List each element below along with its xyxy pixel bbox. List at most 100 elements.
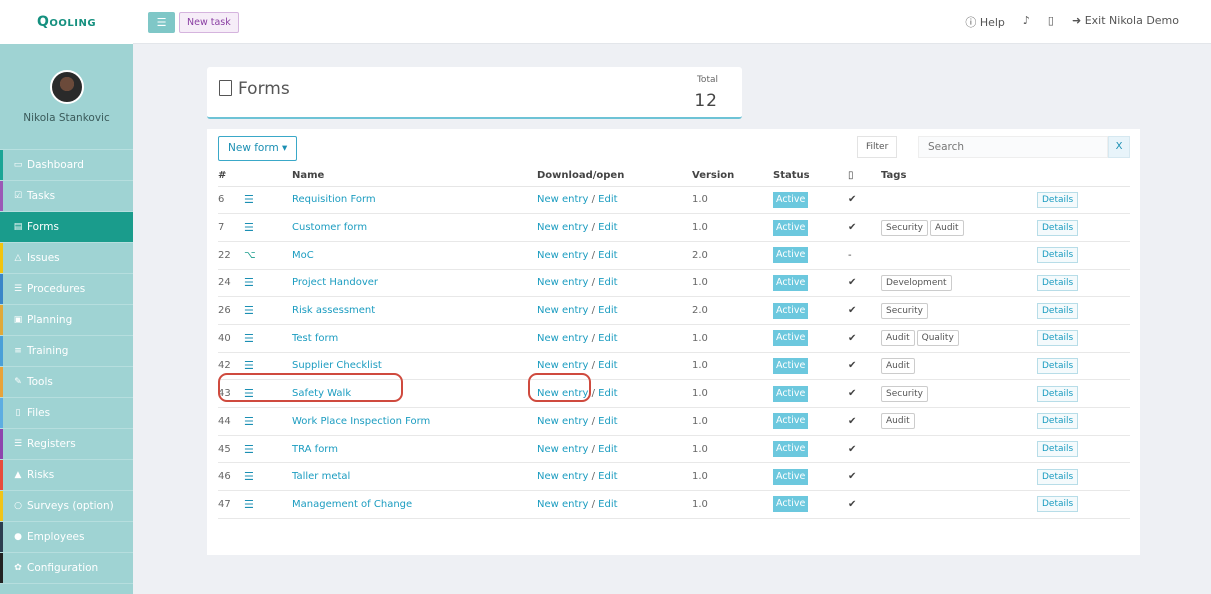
sidebar-item-issues[interactable]: △ Issues	[0, 243, 133, 274]
details-button[interactable]: Details	[1037, 413, 1079, 430]
sidebar-item-tools[interactable]: ✎ Tools	[0, 367, 133, 398]
form-name-link[interactable]: MoC	[292, 250, 314, 261]
form-name-link[interactable]: Test form	[292, 333, 338, 344]
details-button[interactable]: Details	[1037, 330, 1079, 347]
sidebar-item-files[interactable]: ▯ Files	[0, 398, 133, 429]
edit-link[interactable]: Edit	[598, 222, 617, 233]
form-name-link[interactable]: Requisition Form	[292, 194, 376, 205]
details-button[interactable]: Details	[1037, 274, 1079, 291]
brand-logo[interactable]: Qooling	[37, 14, 96, 30]
logo-area[interactable]: Qooling	[0, 0, 133, 44]
tag-badge[interactable]: Audit	[929, 219, 964, 236]
tag-badge[interactable]: Development	[881, 274, 952, 291]
bell-icon[interactable]: ♪	[1023, 14, 1030, 30]
tag-badge[interactable]: Security	[881, 219, 928, 236]
sidebar-accent-bar	[0, 553, 3, 583]
tags-cell: Audit	[881, 407, 1037, 436]
forms-header-card: Forms Total 12	[207, 67, 742, 119]
new-entry-link[interactable]: New entry	[537, 277, 588, 288]
col-version-header[interactable]: Version	[692, 166, 773, 187]
sidebar-item-employees[interactable]: ● Employees	[0, 522, 133, 553]
check-icon: ✔	[848, 305, 857, 317]
page-title-text: Forms	[238, 79, 290, 99]
help-link[interactable]: ⓘ Help	[965, 14, 1005, 30]
edit-link[interactable]: Edit	[598, 471, 617, 482]
sidebar-item-planning[interactable]: ▣ Planning	[0, 305, 133, 336]
details-button[interactable]: Details	[1037, 219, 1079, 236]
tag-badge[interactable]: Audit	[881, 357, 915, 374]
new-entry-link[interactable]: New entry	[537, 333, 588, 344]
form-name-link[interactable]: Management of Change	[292, 499, 412, 510]
phone-icon[interactable]: ▯	[1048, 14, 1054, 30]
sidebar-item-surveys-option[interactable]: ○ Surveys (option)	[0, 491, 133, 522]
new-entry-link[interactable]: New entry	[537, 499, 588, 510]
sidebar-item-dashboard[interactable]: ▭ Dashboard	[0, 150, 133, 181]
form-name-link[interactable]: Safety Walk	[292, 388, 351, 399]
tag-badge[interactable]: Quality	[916, 330, 959, 347]
col-status-header[interactable]: Status	[773, 166, 848, 187]
clear-search-button[interactable]: X	[1108, 136, 1130, 158]
details-button[interactable]: Details	[1037, 357, 1079, 374]
check-icon: ✔	[848, 222, 857, 234]
form-name-link[interactable]: Supplier Checklist	[292, 360, 382, 371]
sidebar-item-risks[interactable]: ▲ Risks	[0, 460, 133, 491]
new-entry-link[interactable]: New entry	[537, 222, 588, 233]
new-task-button[interactable]: New task	[179, 12, 239, 33]
new-form-button[interactable]: New form ▾	[218, 136, 298, 161]
exit-link[interactable]: ➜ Exit Nikola Demo	[1072, 14, 1179, 30]
form-name-link[interactable]: Customer form	[292, 222, 367, 233]
form-name-link[interactable]: Project Handover	[292, 277, 378, 288]
edit-link[interactable]: Edit	[598, 499, 617, 510]
edit-link[interactable]: Edit	[598, 444, 617, 455]
tag-badge[interactable]: Security	[881, 385, 928, 402]
form-name-link[interactable]: TRA form	[292, 444, 338, 455]
tag-badge[interactable]: Audit	[881, 330, 915, 347]
tag-badge[interactable]: Security	[881, 302, 928, 319]
new-entry-link[interactable]: New entry	[537, 194, 588, 205]
edit-link[interactable]: Edit	[598, 277, 617, 288]
sidebar-item-label: Training	[27, 345, 69, 357]
new-entry-link[interactable]: New entry	[537, 360, 588, 371]
sidebar-item-registers[interactable]: ☰ Registers	[0, 429, 133, 460]
details-button[interactable]: Details	[1037, 468, 1079, 485]
edit-link[interactable]: Edit	[598, 416, 617, 427]
col-id-header[interactable]: #	[218, 166, 244, 187]
form-type: ☰	[244, 352, 292, 381]
sidebar-accent-bar	[0, 460, 3, 490]
sidebar-item-procedures[interactable]: ☰ Procedures	[0, 274, 133, 305]
new-entry-link[interactable]: New entry	[537, 471, 588, 482]
edit-link[interactable]: Edit	[598, 250, 617, 261]
new-entry-link[interactable]: New entry	[537, 444, 588, 455]
new-entry-link[interactable]: New entry	[537, 305, 588, 316]
avatar[interactable]	[49, 70, 84, 104]
edit-link[interactable]: Edit	[598, 388, 617, 399]
filter-button[interactable]: Filter	[857, 136, 898, 158]
sidebar-accent-bar	[0, 398, 3, 428]
edit-link[interactable]: Edit	[598, 305, 617, 316]
details-button[interactable]: Details	[1037, 385, 1079, 402]
new-entry-link[interactable]: New entry	[537, 250, 588, 261]
details-button[interactable]: Details	[1037, 496, 1079, 513]
sidebar-item-training[interactable]: ≡ Training	[0, 336, 133, 367]
form-name-link[interactable]: Taller metal	[292, 471, 350, 482]
details-button[interactable]: Details	[1037, 191, 1079, 208]
form-name-link[interactable]: Risk assessment	[292, 305, 375, 316]
edit-link[interactable]: Edit	[598, 194, 617, 205]
details-button[interactable]: Details	[1037, 247, 1079, 264]
edit-link[interactable]: Edit	[598, 360, 617, 371]
col-name-header[interactable]: Name	[292, 166, 537, 187]
details-button[interactable]: Details	[1037, 441, 1079, 458]
new-entry-link[interactable]: New entry	[537, 416, 588, 427]
new-entry-link[interactable]: New entry	[537, 388, 588, 399]
tag-badge[interactable]: Audit	[881, 413, 915, 430]
sidebar-item-configuration[interactable]: ✿ Configuration	[0, 553, 133, 584]
form-name-link[interactable]: Work Place Inspection Form	[292, 416, 430, 427]
sidebar-item-forms[interactable]: ▤ Forms	[0, 212, 133, 243]
search-input[interactable]	[918, 136, 1108, 158]
sidebar-item-tasks[interactable]: ☑ Tasks	[0, 181, 133, 212]
edit-link[interactable]: Edit	[598, 333, 617, 344]
menu-toggle-button[interactable]: ☰	[148, 12, 175, 33]
sidebar-accent-bar	[0, 522, 3, 552]
details-button[interactable]: Details	[1037, 302, 1079, 319]
mobile-cell: ✔	[848, 435, 881, 464]
